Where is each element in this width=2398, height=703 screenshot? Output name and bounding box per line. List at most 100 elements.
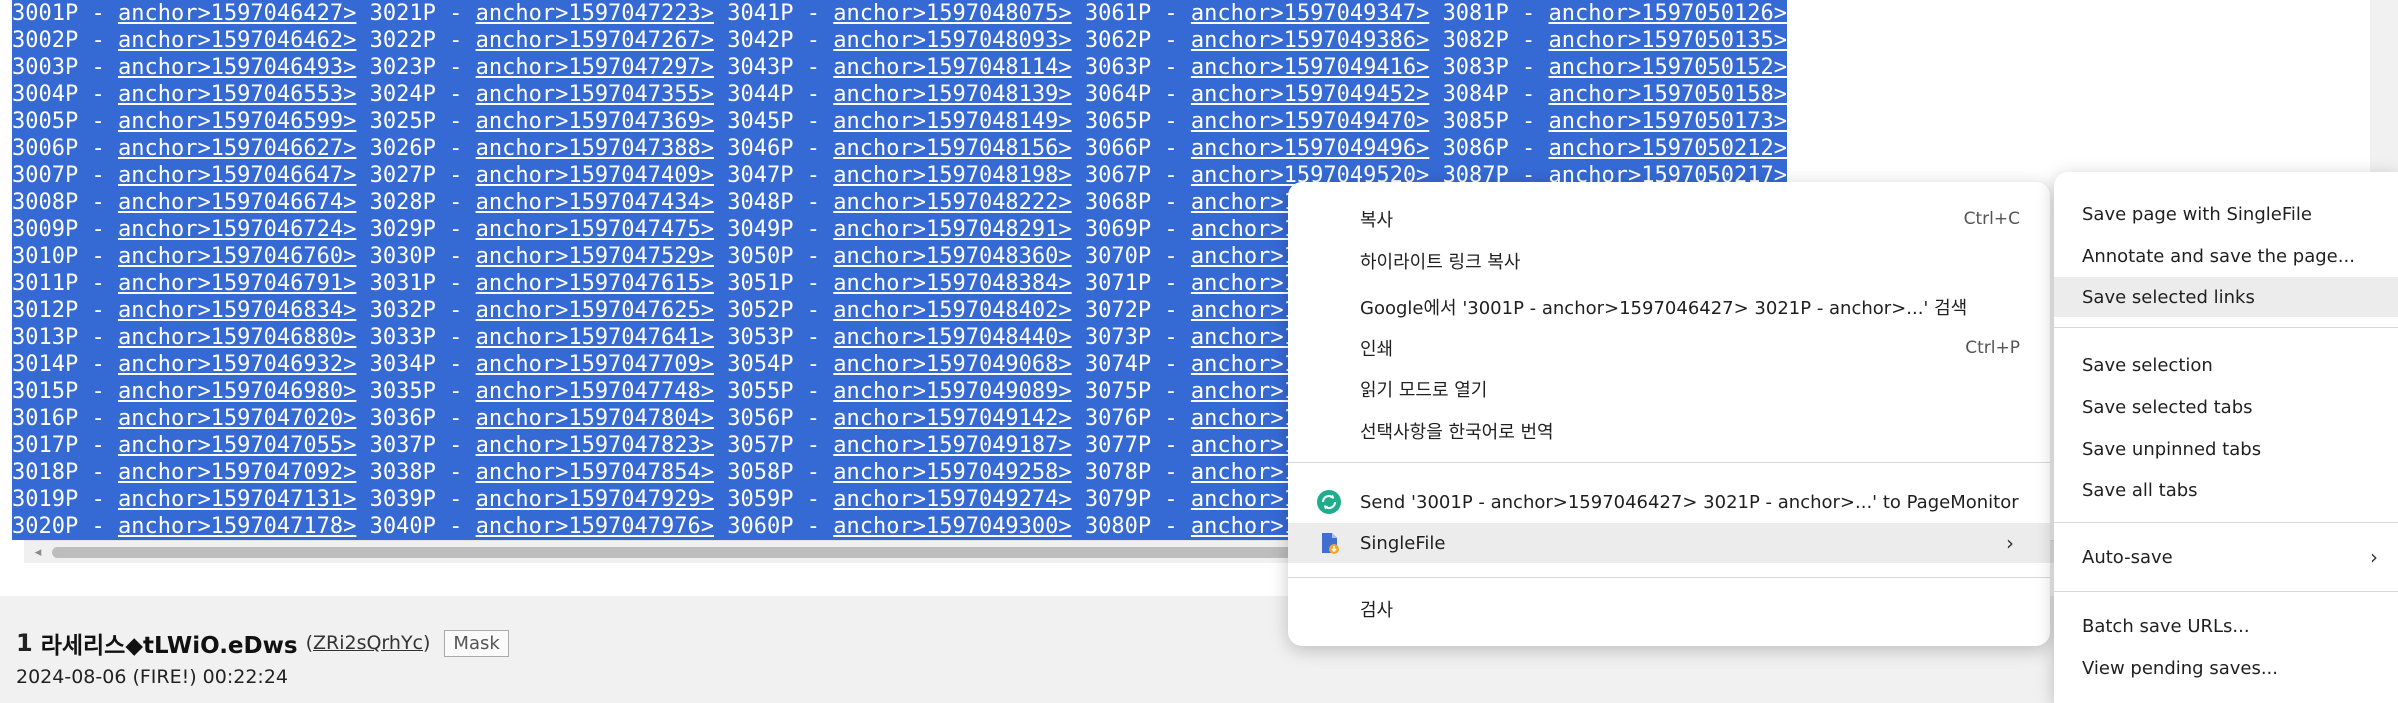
anchor-link[interactable]: anchor>1597048075> <box>833 1 1071 26</box>
anchor-link[interactable]: anchor>1597049274> <box>833 487 1071 512</box>
submenu-save-selection[interactable]: Save selection <box>2054 345 2398 385</box>
anchor-link[interactable]: anchor>1597046647> <box>118 163 356 188</box>
anchor-link[interactable]: anchor>1597048402> <box>833 298 1071 323</box>
anchor-link[interactable]: anchor>1597047625> <box>476 298 714 323</box>
menu-item-inspect[interactable]: 검사 <box>1288 589 2050 629</box>
anchor-link[interactable]: anchor>1597047178> <box>118 514 356 539</box>
anchor-link[interactable]: anchor>1597048114> <box>833 55 1071 80</box>
anchor-link[interactable]: anchor>1597047297> <box>476 55 714 80</box>
anchor-link[interactable]: anchor>1597047092> <box>118 460 356 485</box>
anchor-link[interactable]: anchor>1597047020> <box>118 406 356 431</box>
anchor-link[interactable]: anchor>1597050173> <box>1549 109 1787 134</box>
anchor-link[interactable]: anchor>1597048384> <box>833 271 1071 296</box>
anchor-link[interactable]: anchor>1597047223> <box>476 1 714 26</box>
post-ref-number: 3026P - <box>369 136 476 161</box>
anchor-link[interactable]: anchor>1597049416> <box>1191 55 1429 80</box>
submenu-save-unpinned-tabs[interactable]: Save unpinned tabs <box>2054 429 2398 469</box>
anchor-link[interactable]: anchor>1597048198> <box>833 163 1071 188</box>
submenu-auto-save[interactable]: Auto-save › <box>2054 537 2398 577</box>
anchor-link[interactable]: anchor>1597049258> <box>833 460 1071 485</box>
anchor-link[interactable]: anchor>1597049187> <box>833 433 1071 458</box>
submenu-save-page[interactable]: Save page with SingleFile <box>2054 194 2398 234</box>
anchor-link[interactable]: anchor>1597050126> <box>1549 1 1787 26</box>
scroll-left-arrow-icon[interactable]: ◂ <box>30 545 46 561</box>
anchor-link[interactable]: anchor>1597050135> <box>1549 28 1787 53</box>
anchor-link[interactable]: anchor>1597046980> <box>118 379 356 404</box>
anchor-link[interactable]: anchor>1597047641> <box>476 325 714 350</box>
anchor-link[interactable]: anchor>1597048149> <box>833 109 1071 134</box>
anchor-link[interactable]: anchor>1597047409> <box>476 163 714 188</box>
post-number: 1 <box>16 629 33 657</box>
anchor-link[interactable]: anchor>1597047709> <box>476 352 714 377</box>
anchor-link[interactable]: anchor>1597050152> <box>1549 55 1787 80</box>
anchor-link[interactable]: anchor>1597047131> <box>118 487 356 512</box>
anchor-link[interactable]: anchor>1597047929> <box>476 487 714 512</box>
anchor-link[interactable]: anchor>1597049142> <box>833 406 1071 431</box>
menu-item-translate[interactable]: 선택사항을 한국어로 번역 <box>1288 411 2050 451</box>
anchor-link[interactable]: anchor>1597049452> <box>1191 82 1429 107</box>
anchor-link[interactable]: anchor>1597048139> <box>833 82 1071 107</box>
anchor-link[interactable]: anchor>1597046834> <box>118 298 356 323</box>
post-ref-number: 3003P - <box>12 55 118 80</box>
anchor-link[interactable]: anchor>1597047976> <box>476 514 714 539</box>
anchor-link[interactable]: anchor>1597048360> <box>833 244 1071 269</box>
anchor-link[interactable]: anchor>1597047355> <box>476 82 714 107</box>
anchor-link[interactable]: anchor>1597048156> <box>833 136 1071 161</box>
anchor-link[interactable]: anchor>1597047823> <box>476 433 714 458</box>
submenu-view-pending[interactable]: View pending saves... <box>2054 648 2398 688</box>
menu-item-reading-mode[interactable]: 읽기 모드로 열기 <box>1288 369 2050 409</box>
anchor-link[interactable]: anchor>1597046462> <box>118 28 356 53</box>
anchor-link[interactable]: anchor>1597047475> <box>476 217 714 242</box>
anchor-link[interactable]: anchor>1597046627> <box>118 136 356 161</box>
menu-item-copy[interactable]: 복사 Ctrl+C <box>1288 199 2050 239</box>
anchor-link[interactable]: anchor>1597049068> <box>833 352 1071 377</box>
mask-button[interactable]: Mask <box>444 629 509 657</box>
submenu-save-selected-tabs[interactable]: Save selected tabs <box>2054 387 2398 427</box>
anchor-link[interactable]: anchor>1597047267> <box>476 28 714 53</box>
anchor-link[interactable]: anchor>1597050158> <box>1549 82 1787 107</box>
anchor-link[interactable]: anchor>1597048222> <box>833 190 1071 215</box>
anchor-link[interactable]: anchor>1597047854> <box>476 460 714 485</box>
anchor-link[interactable]: anchor>1597049386> <box>1191 28 1429 53</box>
menu-item-search-google[interactable]: Google에서 '3001P - anchor>1597046427> 302… <box>1288 287 2050 327</box>
anchor-link[interactable]: anchor>1597049347> <box>1191 1 1429 26</box>
anchor-link[interactable]: anchor>1597046724> <box>118 217 356 242</box>
anchor-link[interactable]: anchor>1597050212> <box>1549 136 1787 161</box>
anchor-link[interactable]: anchor>1597047388> <box>476 136 714 161</box>
menu-item-copy-highlight-link[interactable]: 하이라이트 링크 복사 <box>1288 241 2050 281</box>
anchor-link[interactable]: anchor>1597047615> <box>476 271 714 296</box>
submenu-save-all-tabs[interactable]: Save all tabs <box>2054 470 2398 510</box>
anchor-link[interactable]: anchor>1597046880> <box>118 325 356 350</box>
anchor-link[interactable]: anchor>1597046553> <box>118 82 356 107</box>
anchor-link[interactable]: anchor>1597048440> <box>833 325 1071 350</box>
anchor-link[interactable]: anchor>1597046599> <box>118 109 356 134</box>
anchor-link[interactable]: anchor>1597047748> <box>476 379 714 404</box>
anchor-link[interactable]: anchor>1597046760> <box>118 244 356 269</box>
anchor-link[interactable]: anchor>1597047055> <box>118 433 356 458</box>
menu-item-singlefile[interactable]: SingleFile › <box>1288 523 2050 563</box>
anchor-link[interactable]: anchor>1597049496> <box>1191 136 1429 161</box>
anchor-link[interactable]: anchor>1597046493> <box>118 55 356 80</box>
anchor-link[interactable]: anchor>1597047529> <box>476 244 714 269</box>
anchor-link[interactable]: anchor>1597049089> <box>833 379 1071 404</box>
anchor-link[interactable]: anchor>1597046932> <box>118 352 356 377</box>
anchor-link[interactable]: anchor>1597046674> <box>118 190 356 215</box>
poster-id-link[interactable]: ZRi2sQrhYc <box>313 632 423 654</box>
menu-item-send-pagemonitor[interactable]: Send '3001P - anchor>1597046427> 3021P -… <box>1288 482 2050 522</box>
anchor-link[interactable]: anchor>1597046791> <box>118 271 356 296</box>
menu-item-print[interactable]: 인쇄 Ctrl+P <box>1288 328 2050 368</box>
post-ref-number: 3079P - <box>1084 487 1191 512</box>
anchor-link[interactable]: anchor>1597049470> <box>1191 109 1429 134</box>
submenu-save-selected-links[interactable]: Save selected links <box>2054 277 2398 317</box>
anchor-link[interactable]: anchor>1597046427> <box>118 1 356 26</box>
scrollbar-thumb[interactable] <box>52 547 1302 558</box>
selected-text: 3013P - anchor>1597046880> 3033P - ancho… <box>12 324 1483 351</box>
submenu-batch-save[interactable]: Batch save URLs... <box>2054 606 2398 646</box>
anchor-link[interactable]: anchor>1597047804> <box>476 406 714 431</box>
anchor-link[interactable]: anchor>1597047369> <box>476 109 714 134</box>
anchor-link[interactable]: anchor>1597049300> <box>833 514 1071 539</box>
anchor-link[interactable]: anchor>1597047434> <box>476 190 714 215</box>
anchor-link[interactable]: anchor>1597048093> <box>833 28 1071 53</box>
anchor-link[interactable]: anchor>1597048291> <box>833 217 1071 242</box>
submenu-annotate[interactable]: Annotate and save the page... <box>2054 236 2398 276</box>
